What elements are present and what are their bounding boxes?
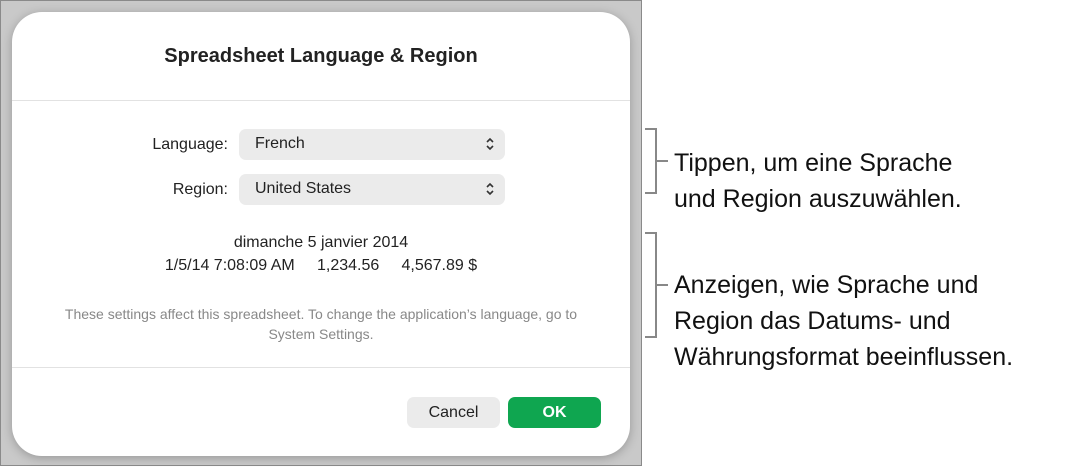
callout-line: und Region auszuwählen. xyxy=(674,185,962,213)
preview-time: 1/5/14 7:08:09 AM xyxy=(164,257,295,274)
cancel-button[interactable]: Cancel xyxy=(407,397,500,428)
callout-preview: Anzeigen, wie Sprache und Region das Dat… xyxy=(674,267,1013,375)
ok-button[interactable]: OK xyxy=(508,397,601,428)
preview-formats: 1/5/14 7:08:09 AM 1,234.56 4,567.89 $ xyxy=(12,257,630,275)
language-region-dialog: Spreadsheet Language & Region Language: … xyxy=(12,12,630,456)
region-value: United States xyxy=(255,180,352,197)
language-label: Language: xyxy=(152,136,228,153)
callout-tick xyxy=(656,284,668,286)
callout-line: Währungsformat beeinflussen. xyxy=(674,343,1014,371)
chevron-up-down-icon xyxy=(486,182,494,196)
preview-number: 1,234.56 xyxy=(316,257,380,274)
language-popup[interactable]: French xyxy=(239,129,505,160)
callout-line: Tippen, um eine Sprache xyxy=(674,149,953,177)
region-popup[interactable]: United States xyxy=(239,174,505,205)
region-label: Region: xyxy=(172,181,228,198)
dialog-title: Spreadsheet Language & Region xyxy=(164,45,478,67)
callout-tick xyxy=(656,160,668,162)
callout-line: Anzeigen, wie Sprache und xyxy=(674,271,979,299)
preview-date: dimanche 5 janvier 2014 xyxy=(233,234,409,251)
preview-currency: 4,567.89 $ xyxy=(401,257,478,274)
settings-note: These settings affect this spreadsheet. … xyxy=(64,306,578,342)
divider xyxy=(12,100,630,101)
screenshot-area: Spreadsheet Language & Region Language: … xyxy=(0,0,642,466)
chevron-up-down-icon xyxy=(486,137,494,151)
divider xyxy=(12,367,630,368)
language-value: French xyxy=(255,135,305,152)
callout-select: Tippen, um eine Sprache und Region auszu… xyxy=(674,145,962,217)
callout-line: Region das Datums- und xyxy=(674,307,951,335)
